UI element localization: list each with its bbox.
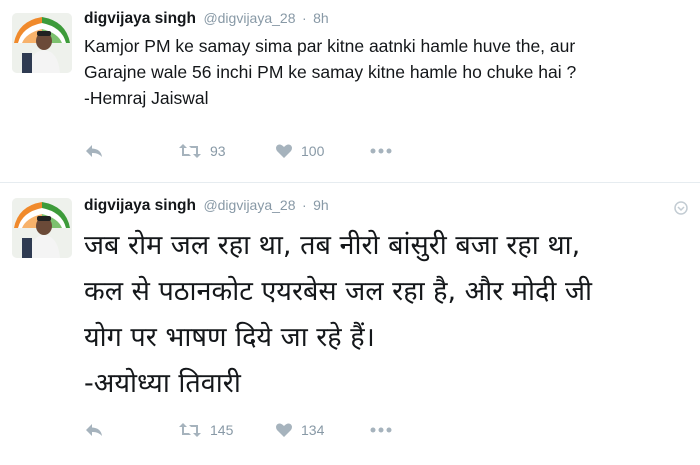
tweet-text-line: Kamjor PM ke samay sima par kitne aatnki… [84,36,576,56]
tweet-text-line: Garajne wale 56 inchi PM ke samay kitne … [84,62,577,82]
separator: · [301,10,307,26]
tweet-text-line: कल से पठानकोट एयरबेस जल रहा है, और मोदी … [84,276,592,307]
tweet-actions: 145 134 [84,418,444,442]
like-button[interactable]: 100 [275,139,324,163]
author-handle[interactable]: @digvijaya_28 [203,10,295,26]
retweet-button[interactable]: 145 [178,418,233,442]
separator: · [301,197,307,213]
like-count: 100 [301,143,325,159]
avatar[interactable] [12,13,72,73]
retweet-button[interactable]: 93 [178,139,226,163]
author-handle[interactable]: @digvijaya_28 [203,197,295,213]
more-icon [370,148,392,154]
more-button[interactable] [370,139,392,163]
author-name[interactable]: digvijaya singh [84,10,196,27]
tweet-actions: 93 100 [84,139,444,163]
retweet-icon [179,423,201,437]
author-name[interactable]: digvijaya singh [84,197,196,214]
reply-icon [86,424,102,436]
like-count: 134 [301,422,325,438]
tweet-header: digvijaya singh @digvijaya_28 · 8h [84,10,329,28]
reply-icon [86,145,102,157]
tweet-text-line: -Hemraj Jaiswal [84,88,209,108]
timestamp[interactable]: 9h [313,197,329,213]
tweet-text-line: योग पर भाषण दिये जा रहे हैं। [84,322,375,353]
more-icon [370,427,392,433]
more-button[interactable] [370,418,392,442]
retweet-count: 145 [210,422,234,438]
tweet[interactable]: digvijaya singh @digvijaya_28 · 9h जब रो… [0,183,700,465]
tweet-text-line: -अयोध्या तिवारी [84,368,241,399]
caret-down-icon[interactable] [674,201,688,215]
like-button[interactable]: 134 [275,418,324,442]
tweet-text-line: जब रोम जल रहा था, तब नीरो बांसुरी बजा रह… [84,230,581,261]
tweet-text: Kamjor PM ke samay sima par kitne aatnki… [84,33,576,111]
reply-button[interactable] [84,418,104,442]
timestamp[interactable]: 8h [313,10,329,26]
reply-button[interactable] [84,139,104,163]
heart-icon [276,423,292,437]
tweet-text: जब रोम जल रहा था, तब नीरो बांसुरी बजा रह… [84,223,592,407]
retweet-icon [179,144,201,158]
heart-icon [276,144,292,158]
retweet-count: 93 [210,143,226,159]
tweet-header: digvijaya singh @digvijaya_28 · 9h [84,197,329,215]
avatar[interactable] [12,198,72,258]
tweet[interactable]: digvijaya singh @digvijaya_28 · 8h Kamjo… [0,0,700,183]
